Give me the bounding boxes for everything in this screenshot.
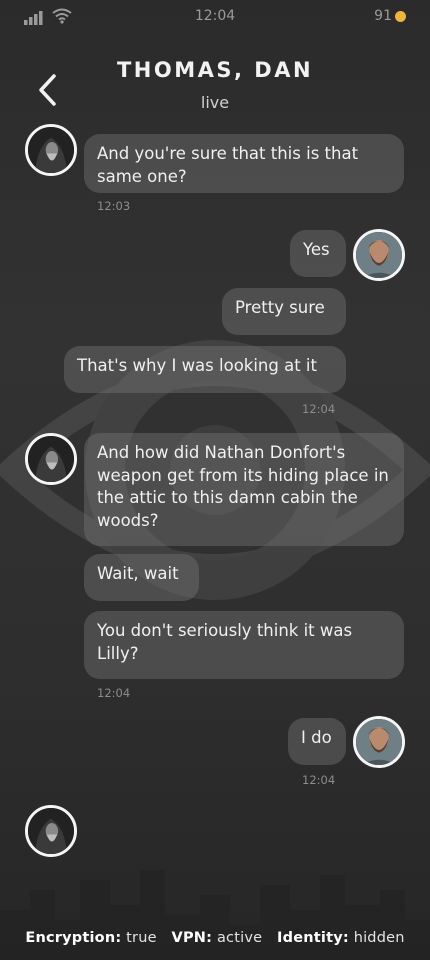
hooded-figure-avatar-icon	[28, 436, 74, 482]
message-timestamp: 12:04	[302, 773, 336, 787]
contact-name: THOMAS, DAN	[116, 58, 314, 82]
status-time: 12:04	[194, 8, 236, 24]
contact-status: live	[200, 93, 230, 112]
vpn-status: VPN: active	[171, 930, 263, 946]
message-timestamp: 12:03	[97, 199, 131, 213]
security-status-bar: Encryption: true VPN: active Identity: h…	[0, 930, 430, 946]
user-avatar[interactable]	[353, 716, 405, 768]
identity-status: Identity: hidden	[277, 930, 405, 946]
status-bar: 12:04 91	[0, 0, 430, 36]
message-bubble-incoming: And how did Nathan Donfort's weapon get …	[84, 433, 404, 546]
encryption-status: Encryption: true	[25, 930, 157, 946]
message-bubble-outgoing: I do	[288, 718, 346, 765]
contact-avatar[interactable]	[25, 433, 77, 485]
user-avatar[interactable]	[353, 229, 405, 281]
contact-typing-avatar[interactable]	[25, 805, 77, 857]
message-bubble-outgoing: That's why I was looking at it	[64, 346, 346, 393]
contact-avatar[interactable]	[25, 124, 77, 176]
message-bubble-outgoing: Pretty sure	[222, 288, 346, 335]
battery-dot-icon	[395, 11, 406, 22]
message-timestamp: 12:04	[97, 686, 131, 700]
bearded-man-avatar-icon	[356, 232, 402, 278]
message-bubble-incoming: And you're sure that this is that same o…	[84, 134, 404, 193]
bearded-man-avatar-icon	[356, 719, 402, 765]
message-timestamp: 12:04	[302, 402, 336, 416]
message-bubble-outgoing: Yes	[290, 230, 346, 277]
chat-screen: 12:04 91 THOMAS, DAN live And you're sur…	[0, 0, 430, 960]
battery-level: 91	[374, 8, 392, 24]
message-bubble-incoming: You don't seriously think it was Lilly?	[84, 611, 404, 679]
message-bubble-incoming: Wait, wait	[84, 554, 199, 601]
hooded-figure-avatar-icon	[28, 808, 74, 854]
hooded-figure-avatar-icon	[28, 127, 74, 173]
